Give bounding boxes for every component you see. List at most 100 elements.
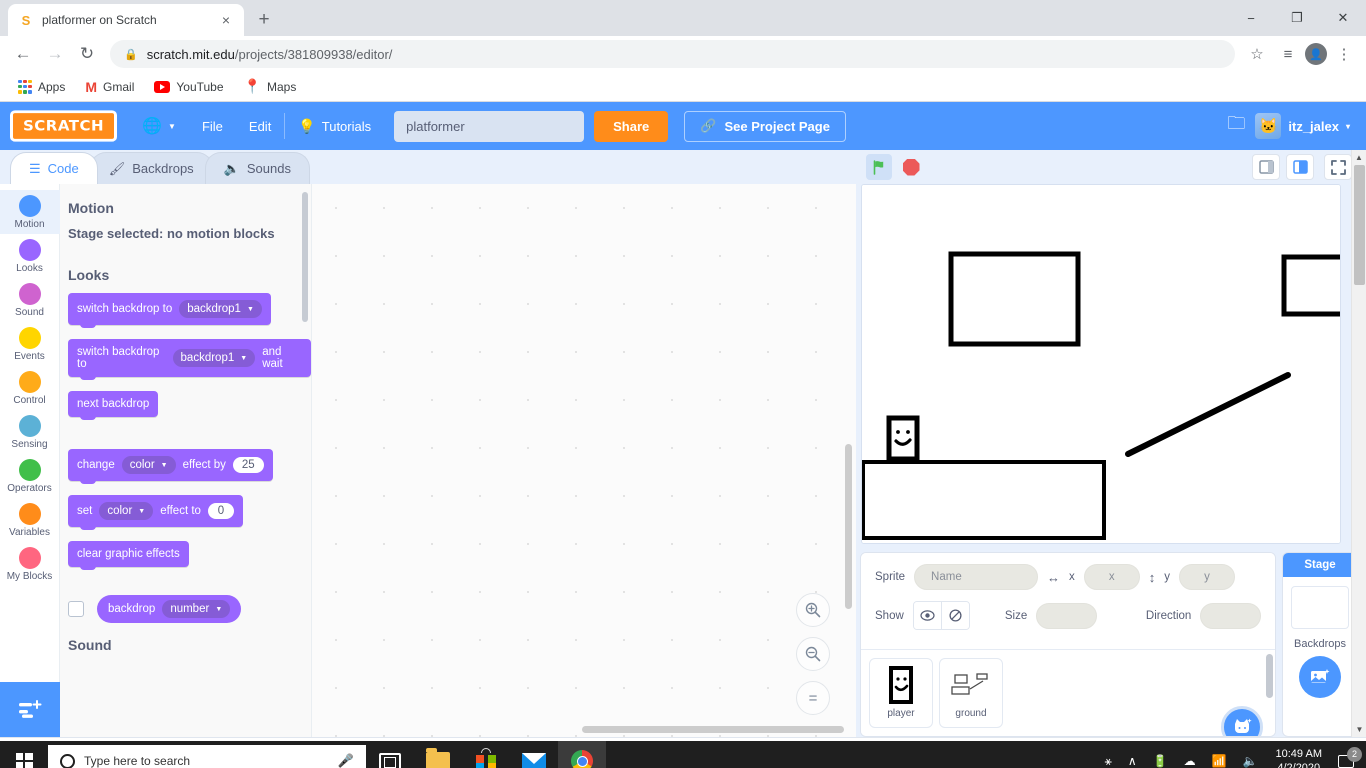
list-item[interactable]: player [869,658,933,728]
close-icon[interactable]: × [218,12,234,28]
sprite-name-input[interactable]: Name [914,564,1038,590]
effect-value-input[interactable]: 0 [208,503,234,519]
add-backdrop-button[interactable] [1299,656,1341,698]
sidebar-item-events[interactable]: Events [0,322,60,366]
tab-backdrops[interactable]: 🖌 Backdrops [90,152,213,184]
small-stage-button[interactable] [1252,154,1280,180]
address-bar[interactable]: 🔒 scratch.mit.edu/projects/381809938/edi… [110,40,1235,68]
workspace-vertical-scrollbar[interactable] [845,444,852,609]
block-next-backdrop[interactable]: next backdrop [68,391,158,417]
backdrop-dropdown[interactable]: backdrop1 ▼ [173,349,256,367]
window-close-icon[interactable]: ✕ [1320,0,1366,36]
sprite-list-scrollbar[interactable] [1266,654,1273,698]
reload-icon[interactable]: ↻ [72,39,102,69]
chrome-menu-icon[interactable]: ⋮ [1330,40,1358,68]
browser-tab[interactable]: S platformer on Scratch × [8,4,244,36]
add-extension-button[interactable] [0,682,60,737]
cloud-icon[interactable]: ☁ [1176,754,1204,768]
task-view-button[interactable] [366,741,414,768]
stop-button[interactable] [898,154,924,180]
fullscreen-button[interactable] [1324,154,1352,180]
zoom-in-button[interactable] [796,593,830,627]
bookmark-gmail[interactable]: M Gmail [77,76,142,98]
sprite-direction-input[interactable] [1200,603,1261,629]
list-item[interactable]: ground [939,658,1003,728]
reading-list-icon[interactable]: ≡ [1274,40,1302,68]
scroll-down-arrow-icon[interactable]: ▼ [1352,722,1366,737]
backdrop-reporter-checkbox[interactable] [68,601,84,617]
block-backdrop-reporter[interactable]: backdrop number ▼ [97,595,241,623]
scratch-logo[interactable]: SCRATCH [10,110,117,141]
stage-canvas[interactable] [861,184,1341,544]
stage-selector[interactable]: Stage Backdrops [1282,552,1358,737]
bookmark-apps[interactable]: Apps [10,77,73,97]
zoom-reset-button[interactable]: = [796,681,830,715]
sprite-size-input[interactable] [1036,603,1097,629]
sidebar-item-sensing[interactable]: Sensing [0,410,60,454]
stage-thumbnail[interactable] [1291,586,1349,629]
palette-scrollbar[interactable] [302,192,308,322]
show-on-button[interactable] [914,602,941,629]
people-icon[interactable]: ⚹ [1097,754,1120,768]
forward-icon[interactable]: → [40,39,70,69]
share-button[interactable]: Share [594,111,668,142]
bookmark-youtube[interactable]: YouTube [146,77,231,97]
project-title-input[interactable] [394,111,584,142]
zoom-out-button[interactable] [796,637,830,671]
sidebar-item-control[interactable]: Control [0,366,60,410]
code-workspace[interactable]: = [312,184,856,737]
sidebar-item-my-blocks[interactable]: My Blocks [0,542,60,586]
back-icon[interactable]: ← [8,39,38,69]
microphone-icon[interactable]: 🎤 [338,753,354,768]
block-palette[interactable]: Motion Stage selected: no motion blocks … [60,184,312,737]
language-selector[interactable]: 🌐 ▼ [129,102,189,150]
page-scrollbar[interactable]: ▲ ▼ [1351,150,1366,737]
volume-speaker-icon[interactable]: 🔈 [1235,754,1266,768]
bookmark-maps[interactable]: 📍 Maps [236,75,305,98]
add-sprite-button[interactable] [1221,706,1263,736]
large-stage-button[interactable] [1286,154,1314,180]
workspace-horizontal-scrollbar[interactable] [582,726,844,733]
scrollbar-thumb[interactable] [1354,165,1365,285]
battery-icon[interactable]: 🔋 [1145,754,1176,768]
tab-code[interactable]: ☰ Code [10,152,98,184]
menu-tutorials[interactable]: 💡 Tutorials [285,102,384,150]
show-off-button[interactable] [941,602,969,629]
minimize-icon[interactable]: − [1228,0,1274,36]
block-clear-graphic-effects[interactable]: clear graphic effects [68,541,189,567]
backdrop-number-dropdown[interactable]: number ▼ [162,600,230,618]
block-switch-backdrop-to-and-wait[interactable]: switch backdrop to backdrop1 ▼ and wait [68,339,311,377]
start-button[interactable] [0,741,48,768]
file-explorer-button[interactable] [414,741,462,768]
tab-sounds[interactable]: 🔈 Sounds [205,152,310,184]
sidebar-item-looks[interactable]: Looks [0,234,60,278]
mail-button[interactable] [510,741,558,768]
menu-file[interactable]: File [189,102,236,150]
taskbar-search[interactable]: Type here to search 🎤 [48,745,366,768]
see-project-page-button[interactable]: 🔗 See Project Page [684,111,846,142]
account-menu[interactable]: 🐱 itz_jalex ▾ [1255,113,1356,139]
effect-amount-input[interactable]: 25 [233,457,264,473]
taskbar-clock[interactable]: 10:49 AM 4/2/2020 [1266,747,1332,768]
my-stuff-folder-icon[interactable]: 🗀 [1217,111,1255,141]
show-hidden-icons-arrow[interactable]: ∧ [1120,754,1145,768]
effect-dropdown[interactable]: color ▼ [99,502,153,520]
sidebar-item-sound[interactable]: Sound [0,278,60,322]
menu-edit[interactable]: Edit [236,102,284,150]
sidebar-item-variables[interactable]: Variables [0,498,60,542]
wifi-icon[interactable]: 📶 [1204,754,1235,768]
notifications-button[interactable]: 2 [1332,755,1366,768]
microsoft-store-button[interactable] [462,741,510,768]
chrome-button[interactable] [558,741,606,768]
green-flag-button[interactable] [866,154,892,180]
sprite-y-input[interactable]: y [1179,564,1235,590]
new-tab-button[interactable]: + [250,6,278,34]
sidebar-item-motion[interactable]: Motion [0,190,60,234]
block-switch-backdrop-to[interactable]: switch backdrop to backdrop1 ▼ [68,293,271,325]
maximize-icon[interactable]: ❐ [1274,0,1320,36]
block-set-effect-to[interactable]: set color ▼ effect to 0 [68,495,243,527]
sidebar-item-operators[interactable]: Operators [0,454,60,498]
block-change-effect-by[interactable]: change color ▼ effect by 25 [68,449,273,481]
backdrop-dropdown[interactable]: backdrop1 ▼ [179,300,262,318]
chrome-profile-avatar[interactable]: 👤 [1305,43,1327,65]
